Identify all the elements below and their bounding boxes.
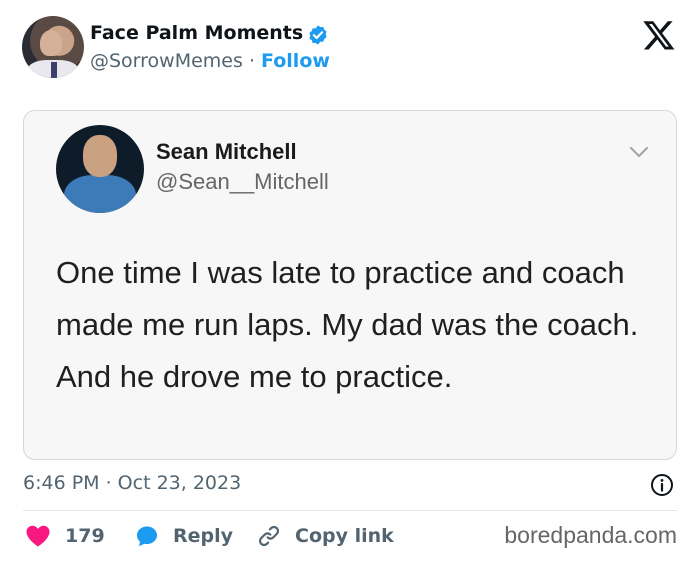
- quoted-tweet-image[interactable]: Sean Mitchell @Sean__Mitchell One time I…: [23, 110, 677, 460]
- author-handle[interactable]: @SorrowMemes: [90, 50, 243, 72]
- like-button[interactable]: 179: [25, 520, 105, 552]
- watermark: boredpanda.com: [504, 522, 677, 548]
- avatar-hand: [40, 30, 62, 56]
- like-count: 179: [65, 525, 105, 547]
- heart-icon: [26, 525, 50, 547]
- quoted-avatar-body: [64, 175, 136, 213]
- quoted-name: Sean Mitchell: [156, 139, 297, 164]
- quoted-handle: @Sean__Mitchell: [156, 169, 329, 194]
- reply-label: Reply: [173, 525, 234, 547]
- verified-badge-icon: [309, 25, 327, 45]
- info-icon[interactable]: [650, 473, 674, 497]
- follow-button[interactable]: Follow: [261, 50, 330, 72]
- handle-line: @SorrowMemes · Follow: [90, 50, 330, 72]
- link-icon: [258, 525, 280, 547]
- quoted-avatar: [56, 125, 144, 213]
- tweet-header: Face Palm Moments @SorrowMemes · Follow: [22, 16, 682, 80]
- divider: [23, 510, 677, 511]
- author-avatar[interactable]: [22, 16, 84, 78]
- quoted-text: One time I was late to practice and coac…: [56, 255, 639, 394]
- x-logo-icon[interactable]: [642, 18, 676, 52]
- reply-bubble-icon: [137, 526, 157, 547]
- copy-link-button[interactable]: Copy link: [257, 520, 394, 552]
- tweet-timestamp[interactable]: 6:46 PM · Oct 23, 2023: [23, 472, 241, 494]
- avatar-tie: [51, 62, 57, 78]
- chevron-down-icon: [630, 147, 648, 157]
- action-bar: 179 Reply Copy link boredpanda.com: [23, 520, 677, 552]
- separator: ·: [242, 50, 262, 72]
- author-name[interactable]: Face Palm Moments: [90, 22, 303, 44]
- quoted-avatar-face: [83, 135, 117, 177]
- reply-button[interactable]: Reply: [135, 520, 233, 552]
- copy-link-label: Copy link: [295, 525, 394, 547]
